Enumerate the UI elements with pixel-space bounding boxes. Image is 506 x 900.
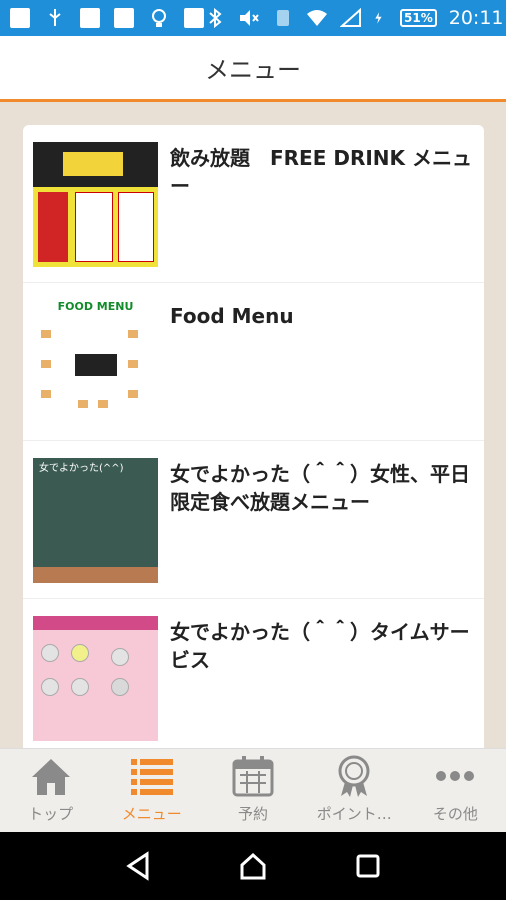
header: メニュー xyxy=(0,36,506,102)
tab-label: メニュー xyxy=(121,805,182,823)
tab-label: ポイント… xyxy=(316,805,392,823)
menu-list: 飲み放題 FREE DRINK メニュー FOOD MENU Food Menu… xyxy=(23,125,484,748)
time-service-thumbnail xyxy=(33,616,158,741)
battery-indicator: 51% xyxy=(400,9,437,27)
sim-icon xyxy=(277,10,289,26)
tab-reservation[interactable]: 予約 xyxy=(202,749,303,832)
home-nav-icon[interactable] xyxy=(238,851,268,881)
tab-top[interactable]: トップ xyxy=(0,749,101,832)
menu-item-women-buffet[interactable]: 女でよかった(^^) 女でよかった（＾＾）女性、平日限定食べ放題メニュー xyxy=(23,441,484,599)
home-icon xyxy=(31,759,70,795)
square-icon xyxy=(114,8,134,28)
list-icon xyxy=(130,759,173,795)
medal-icon xyxy=(338,755,370,797)
food-menu-thumbnail: FOOD MENU xyxy=(33,300,158,425)
chat-icon xyxy=(10,8,30,28)
tab-label: その他 xyxy=(432,805,478,823)
status-bar: 51% 20:11 xyxy=(0,0,506,36)
women-buffet-thumbnail: 女でよかった(^^) xyxy=(33,458,158,583)
system-nav-bar xyxy=(0,832,506,900)
menu-item-free-drink[interactable]: 飲み放題 FREE DRINK メニュー xyxy=(23,125,484,283)
back-icon[interactable] xyxy=(123,851,153,881)
menu-item-title: Food Menu xyxy=(170,304,294,328)
bluetooth-icon xyxy=(209,8,222,28)
free-drink-thumbnail xyxy=(33,142,158,267)
tab-points[interactable]: ポイント… xyxy=(304,749,405,832)
signal-icon xyxy=(340,8,361,27)
women-board-text: 女でよかった(^^) xyxy=(39,463,124,474)
page-title: メニュー xyxy=(205,56,301,84)
tab-bar: トップ メニュー 予約 ポイント… その他 xyxy=(0,748,506,832)
square-icon xyxy=(184,8,204,28)
menu-item-food-menu[interactable]: FOOD MENU Food Menu xyxy=(23,283,484,441)
tab-label: トップ xyxy=(28,805,74,823)
menu-item-title: 女でよかった（＾＾）女性、平日限定食べ放題メニュー xyxy=(170,462,470,514)
tab-other[interactable]: その他 xyxy=(405,749,506,832)
menu-item-time-service[interactable]: 女でよかった（＾＾）タイムサービス xyxy=(23,599,484,748)
menu-item-title: 飲み放題 FREE DRINK メニュー xyxy=(170,146,472,198)
content-area[interactable]: 飲み放題 FREE DRINK メニュー FOOD MENU Food Menu… xyxy=(0,102,506,748)
wifi-icon xyxy=(307,10,327,26)
mute-icon xyxy=(240,10,259,26)
food-menu-banner: FOOD MENU xyxy=(57,300,134,313)
tab-menu[interactable]: メニュー xyxy=(101,749,202,832)
calendar-icon xyxy=(232,756,274,797)
more-icon xyxy=(436,771,475,781)
image-icon xyxy=(80,8,100,28)
bulb-icon xyxy=(152,9,166,27)
usb-icon xyxy=(49,9,61,26)
menu-item-title: 女でよかった（＾＾）タイムサービス xyxy=(170,620,470,672)
clock: 20:11 xyxy=(448,7,504,29)
charging-icon xyxy=(375,12,382,24)
tab-label: 予約 xyxy=(238,805,269,823)
recents-icon[interactable] xyxy=(353,851,383,881)
